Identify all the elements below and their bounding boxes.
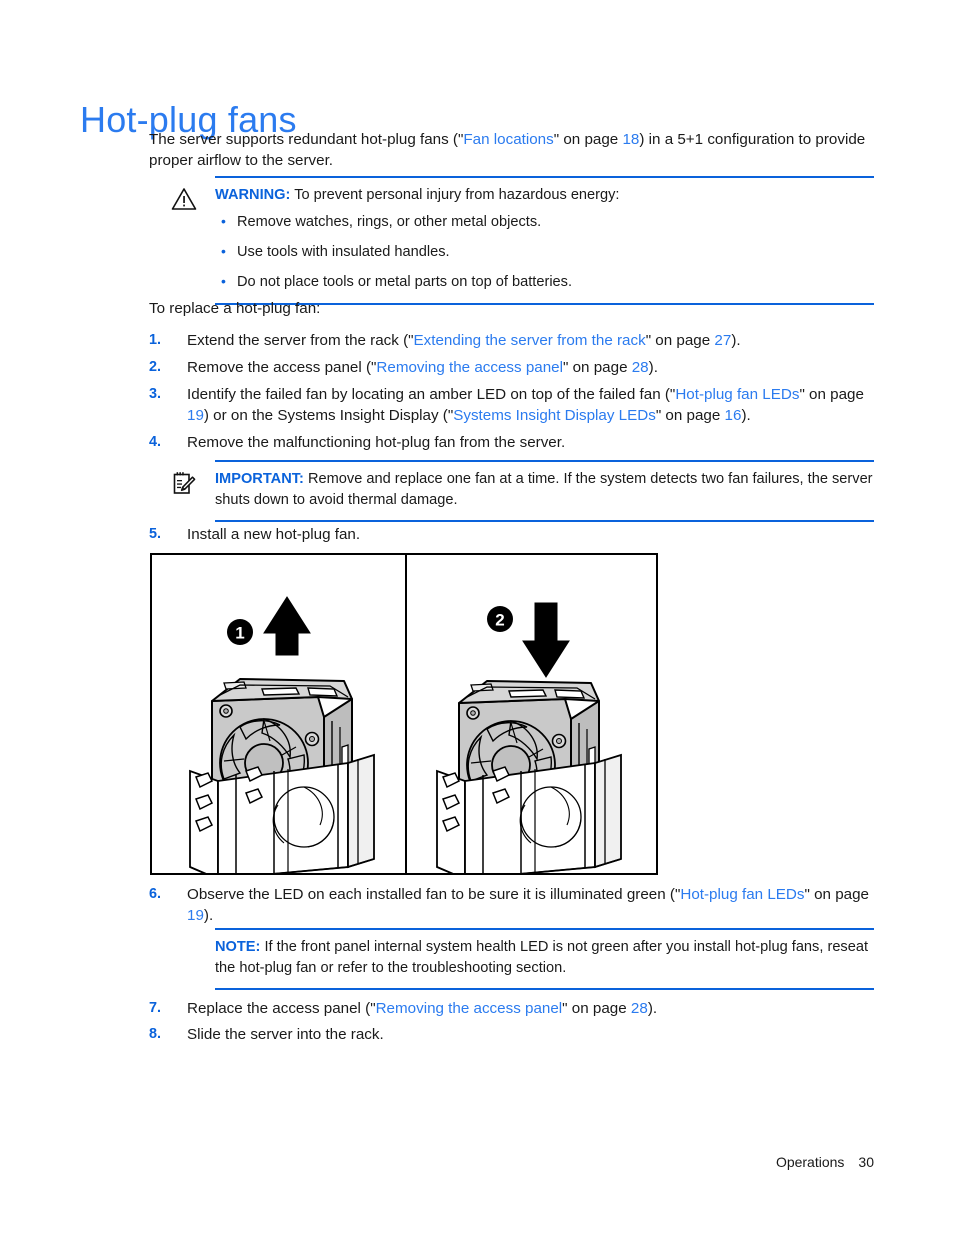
footer-page-number: 30	[858, 1154, 874, 1170]
svg-text:2: 2	[495, 611, 504, 630]
figure-panel-remove: 1	[152, 555, 405, 873]
warning-text: To prevent personal injury from hazardou…	[294, 187, 620, 203]
step-number: 8.	[149, 1026, 162, 1042]
important-rule-bottom	[215, 520, 874, 522]
step-5: 5. Install a new hot-plug fan.	[149, 524, 874, 545]
arrow-up-icon	[263, 596, 311, 656]
step-text: Remove the access panel ("Removing the a…	[187, 359, 658, 376]
intro-text-after: " on page	[553, 131, 623, 148]
step-2: 2. Remove the access panel ("Removing th…	[149, 357, 874, 378]
note-text: If the front panel internal system healt…	[215, 939, 869, 976]
lead-in-text: To replace a hot-plug fan:	[149, 300, 321, 317]
intro-text-before: The server supports redundant hot-plug f…	[149, 131, 464, 148]
step-number: 4.	[149, 434, 162, 450]
callout-1: 1	[227, 619, 253, 645]
warning-label: WARNING:	[215, 187, 291, 203]
note-rule-bottom	[215, 988, 874, 990]
important-text: Remove and replace one fan at a time. If…	[215, 471, 873, 508]
step-number: 7.	[149, 1000, 162, 1016]
intro-paragraph: The server supports redundant hot-plug f…	[149, 129, 874, 171]
note-admonition: NOTE: If the front panel internal system…	[149, 928, 874, 990]
fan-replacement-figure: 1 2	[150, 553, 658, 875]
step-number: 1.	[149, 332, 162, 348]
step-text: Extend the server from the rack ("Extend…	[187, 332, 741, 349]
page-footer: Operations 30	[0, 1154, 954, 1170]
step-8: 8. Slide the server into the rack.	[149, 1024, 874, 1045]
step-1: 1. Extend the server from the rack ("Ext…	[149, 330, 874, 351]
footer-section-label: Operations	[775, 1154, 845, 1170]
note-label: NOTE:	[215, 939, 261, 955]
step-7: 7. Replace the access panel ("Removing t…	[149, 998, 874, 1019]
callout-2: 2	[487, 606, 513, 632]
step-text: Remove the malfunctioning hot-plug fan f…	[187, 434, 566, 451]
lead-in-paragraph: To replace a hot-plug fan:	[149, 298, 874, 319]
list-item: Remove watches, rings, or other metal ob…	[215, 211, 874, 232]
step-text: Observe the LED on each installed fan to…	[187, 886, 869, 924]
notepad-pencil-icon	[171, 471, 205, 505]
warning-admonition: WARNING: To prevent personal injury from…	[149, 176, 874, 305]
step-4: 4. Remove the malfunctioning hot-plug fa…	[149, 432, 874, 453]
step-text: Install a new hot-plug fan.	[187, 526, 361, 543]
step-text: Slide the server into the rack.	[187, 1026, 384, 1043]
step-number: 3.	[149, 386, 162, 402]
document-page: Hot-plug fans The server supports redund…	[0, 0, 954, 1235]
list-item: Do not place tools or metal parts on top…	[215, 271, 874, 292]
figure-panel-install: 2	[407, 555, 660, 873]
list-item: Use tools with insulated handles.	[215, 241, 874, 262]
step-number: 6.	[149, 886, 162, 902]
page-ref-18[interactable]: 18	[622, 131, 639, 148]
svg-text:1: 1	[235, 624, 244, 643]
important-admonition: IMPORTANT: Remove and replace one fan at…	[149, 460, 874, 522]
arrow-down-icon	[522, 602, 570, 678]
step-6: 6. Observe the LED on each installed fan…	[149, 884, 874, 926]
step-text: Identify the failed fan by locating an a…	[187, 386, 864, 424]
step-text: Replace the access panel ("Removing the …	[187, 1000, 658, 1017]
link-fan-locations[interactable]: Fan locations	[463, 131, 553, 148]
step-number: 5.	[149, 526, 162, 542]
warning-triangle-icon	[171, 187, 205, 221]
step-number: 2.	[149, 359, 162, 375]
important-label: IMPORTANT:	[215, 471, 304, 487]
warning-bullet-list: Remove watches, rings, or other metal ob…	[215, 211, 874, 292]
step-3: 3. Identify the failed fan by locating a…	[149, 384, 874, 426]
